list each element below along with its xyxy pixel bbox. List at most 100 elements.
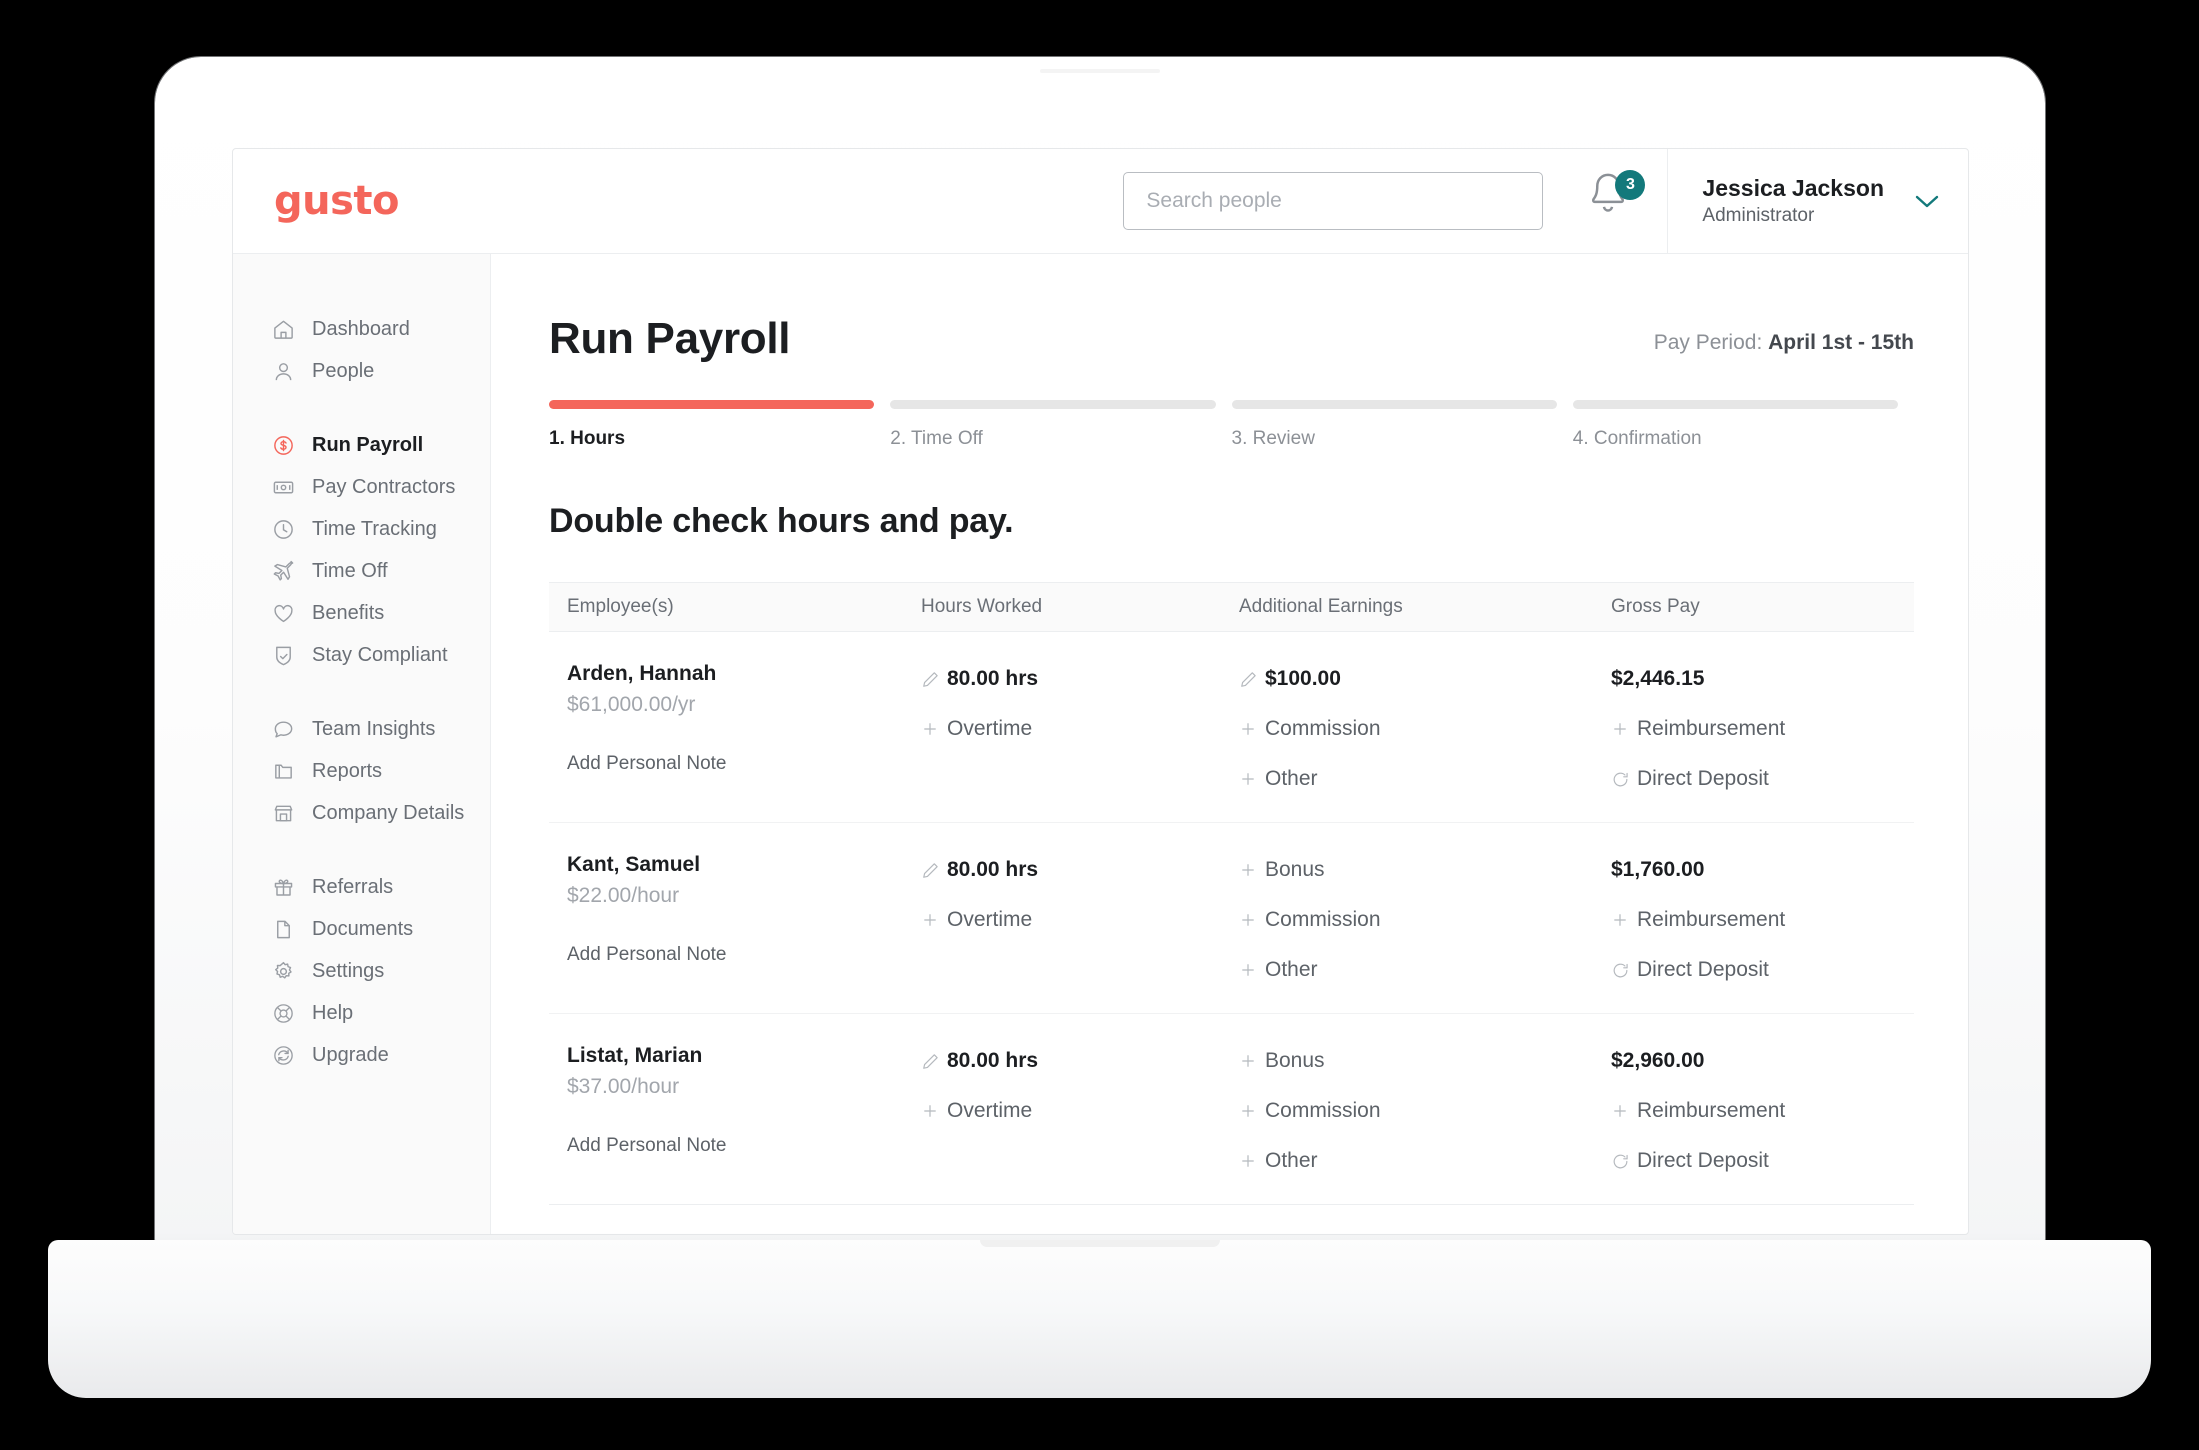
- sidebar-item-reports[interactable]: Reports: [233, 750, 490, 792]
- gear-icon: [271, 959, 295, 983]
- sidebar-item-time-tracking[interactable]: Time Tracking: [233, 508, 490, 550]
- step-review[interactable]: 3. Review: [1231, 400, 1573, 450]
- plus-icon: [921, 720, 947, 738]
- nav-group-1: Dashboard People: [233, 308, 490, 392]
- gusto-logo[interactable]: gusto: [274, 181, 400, 221]
- step-bar: [1231, 400, 1557, 409]
- page-header: Run Payroll Pay Period: April 1st - 15th: [549, 314, 1914, 364]
- hours-value-row[interactable]: 80.00 hrs: [921, 662, 1239, 696]
- plus-icon: [1611, 720, 1637, 738]
- notifications-button[interactable]: 3: [1585, 170, 1647, 232]
- step-confirmation[interactable]: 4. Confirmation: [1572, 400, 1914, 450]
- earnings-value-row[interactable]: $100.00: [1239, 662, 1611, 696]
- sidebar-item-label: Referrals: [312, 875, 394, 898]
- sidebar-item-label: Benefits: [312, 601, 385, 624]
- add-overtime-label: Overtime: [947, 1099, 1033, 1122]
- document-icon: [271, 917, 295, 941]
- sidebar-item-label: Help: [312, 1001, 354, 1024]
- add-overtime-row[interactable]: Overtime: [921, 1094, 1239, 1128]
- hours-value-row[interactable]: 80.00 hrs: [921, 1044, 1239, 1078]
- earnings-cell: $100.00 Commission Other: [1239, 662, 1611, 796]
- money-card-icon: [271, 475, 295, 499]
- add-personal-note-link[interactable]: Add Personal Note: [567, 753, 921, 775]
- shield-check-icon: [271, 643, 295, 667]
- sidebar-item-upgrade[interactable]: Upgrade: [233, 1034, 490, 1076]
- add-bonus-row[interactable]: Bonus: [1239, 1044, 1611, 1078]
- plus-icon: [1611, 911, 1637, 929]
- step-time-off[interactable]: 2. Time Off: [890, 400, 1231, 450]
- employee-name: Listat, Marian: [567, 1044, 703, 1067]
- sidebar-item-run-payroll[interactable]: Run Payroll: [233, 424, 490, 466]
- payroll-table: Employee(s) Hours Worked Additional Earn…: [549, 582, 1914, 1205]
- add-personal-note-link[interactable]: Add Personal Note: [567, 1135, 921, 1157]
- sidebar-item-settings[interactable]: Settings: [233, 950, 490, 992]
- clock-icon: [271, 517, 295, 541]
- table-row: Listat, Marian $37.00/hour Add Personal …: [549, 1014, 1914, 1205]
- step-bar: [890, 400, 1216, 409]
- step-label: 3. Review: [1231, 428, 1315, 449]
- sidebar-item-help[interactable]: Help: [233, 992, 490, 1034]
- sidebar-item-stay-compliant[interactable]: Stay Compliant: [233, 634, 490, 676]
- sidebar-item-label: Time Tracking: [312, 517, 437, 540]
- page-title: Run Payroll: [549, 314, 791, 363]
- sidebar-item-benefits[interactable]: Benefits: [233, 592, 490, 634]
- earnings-cell: Bonus Commission Other: [1239, 1044, 1611, 1178]
- pay-period-value: April 1st - 15th: [1768, 331, 1914, 354]
- refresh-icon: [1611, 1152, 1637, 1171]
- plus-icon: [1239, 1102, 1265, 1120]
- home-icon: [271, 317, 295, 341]
- payment-method-row[interactable]: Direct Deposit: [1611, 953, 1914, 987]
- sidebar-item-label: Company Details: [312, 801, 465, 824]
- nav-group-2: Run Payroll Pay Contractors Time Trackin…: [233, 424, 490, 676]
- pencil-icon: [921, 670, 947, 689]
- top-bar: gusto 3 Jessica Jackson: [233, 149, 1968, 254]
- hours-value-row[interactable]: 80.00 hrs: [921, 853, 1239, 887]
- add-other-row[interactable]: Other: [1239, 1144, 1611, 1178]
- search-input[interactable]: [1123, 172, 1544, 230]
- employee-rate: $22.00/hour: [567, 884, 680, 907]
- sidebar-item-dashboard[interactable]: Dashboard: [233, 308, 490, 350]
- sidebar-item-documents[interactable]: Documents: [233, 908, 490, 950]
- user-menu[interactable]: Jessica Jackson Administrator: [1667, 149, 1968, 253]
- sidebar-item-company-details[interactable]: Company Details: [233, 792, 490, 834]
- user-name: Jessica Jackson: [1702, 174, 1884, 201]
- payment-method-label: Direct Deposit: [1637, 958, 1769, 981]
- add-reimbursement-row[interactable]: Reimbursement: [1611, 1094, 1914, 1128]
- main-content: Run Payroll Pay Period: April 1st - 15th…: [491, 254, 1968, 1234]
- add-commission-row[interactable]: Commission: [1239, 1094, 1611, 1128]
- add-other-row[interactable]: Other: [1239, 762, 1611, 796]
- add-commission-row[interactable]: Commission: [1239, 903, 1611, 937]
- sidebar-item-label: Run Payroll: [312, 433, 424, 456]
- sidebar-item-people[interactable]: People: [233, 350, 490, 392]
- add-commission-row[interactable]: Commission: [1239, 712, 1611, 746]
- earnings-cell: Bonus Commission Other: [1239, 853, 1611, 987]
- sidebar-item-team-insights[interactable]: Team Insights: [233, 708, 490, 750]
- plus-icon: [1611, 1102, 1637, 1120]
- add-overtime-row[interactable]: Overtime: [921, 712, 1239, 746]
- column-header-gross-pay: Gross Pay: [1611, 596, 1700, 617]
- add-bonus-row[interactable]: Bonus: [1239, 853, 1611, 887]
- payment-method-row[interactable]: Direct Deposit: [1611, 1144, 1914, 1178]
- user-info: Jessica Jackson Administrator: [1702, 174, 1884, 228]
- add-personal-note-link[interactable]: Add Personal Note: [567, 944, 921, 966]
- sidebar-item-referrals[interactable]: Referrals: [233, 866, 490, 908]
- plus-icon: [921, 911, 947, 929]
- hours-value: 80.00 hrs: [947, 667, 1039, 690]
- step-hours[interactable]: 1. Hours: [549, 400, 890, 450]
- add-other-row[interactable]: Other: [1239, 953, 1611, 987]
- add-reimbursement-row[interactable]: Reimbursement: [1611, 903, 1914, 937]
- add-overtime-row[interactable]: Overtime: [921, 903, 1239, 937]
- sidebar-item-pay-contractors[interactable]: Pay Contractors: [233, 466, 490, 508]
- chevron-down-icon: [1884, 193, 1940, 209]
- plus-icon: [1239, 720, 1265, 738]
- column-header-employees: Employee(s): [567, 596, 674, 617]
- gross-pay-cell: $2,960.00 Reimbursement Direct Deposit: [1611, 1044, 1914, 1178]
- hours-value: 80.00 hrs: [947, 1049, 1039, 1072]
- payment-method-label: Direct Deposit: [1637, 767, 1769, 790]
- add-reimbursement-label: Reimbursement: [1637, 908, 1786, 931]
- app-window: gusto 3 Jessica Jackson: [232, 148, 1969, 1235]
- add-reimbursement-row[interactable]: Reimbursement: [1611, 712, 1914, 746]
- payment-method-row[interactable]: Direct Deposit: [1611, 762, 1914, 796]
- sidebar-item-time-off[interactable]: Time Off: [233, 550, 490, 592]
- plus-icon: [1239, 911, 1265, 929]
